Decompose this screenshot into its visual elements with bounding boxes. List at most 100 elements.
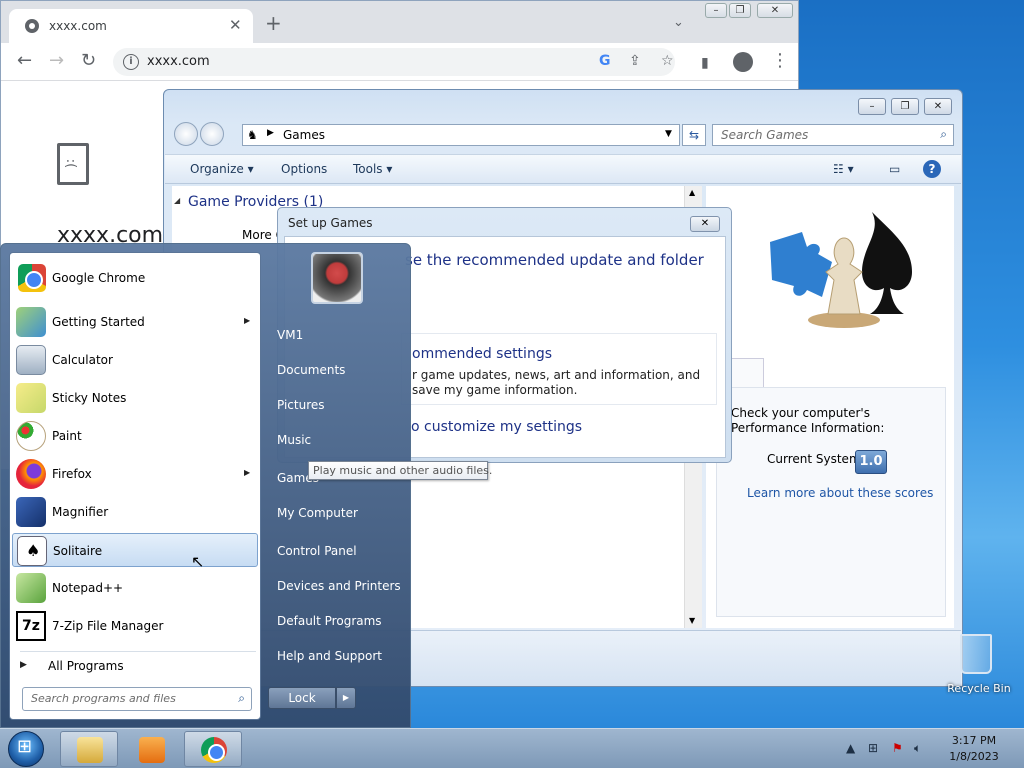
program-paint[interactable]: Paint	[12, 419, 258, 453]
close-tab-icon[interactable]: ✕	[229, 16, 242, 34]
program-7-zip[interactable]: 7z 7-Zip File Manager	[12, 609, 258, 643]
show-hidden-icons[interactable]: ▲	[846, 741, 855, 755]
network-icon[interactable]: ⊞	[868, 741, 878, 755]
program-getting-started[interactable]: Getting Started ▶	[12, 305, 258, 339]
lock-button[interactable]: Lock	[268, 687, 336, 709]
system-tray: ▲ ⊞ ⚑ 🔈︎	[840, 729, 936, 768]
customize-settings-option[interactable]: o customize my settings	[411, 419, 582, 435]
start-item-devices-and-printers[interactable]: Devices and Printers	[277, 579, 401, 593]
search-games-input[interactable]: Search Games ⌕	[712, 124, 954, 146]
firefox-icon	[16, 459, 46, 489]
address-bar[interactable]: i xxxx.com G ⇪ ☆	[113, 48, 675, 76]
start-item-pictures[interactable]: Pictures	[277, 398, 325, 412]
start-item-documents[interactable]: Documents	[277, 363, 345, 377]
profile-avatar[interactable]	[733, 52, 753, 72]
chevron-right-icon[interactable]: ▶	[267, 128, 274, 138]
minimize-button[interactable]: –	[705, 3, 727, 18]
options-button[interactable]: Options	[281, 162, 327, 176]
program-sticky-notes[interactable]: Sticky Notes	[12, 381, 258, 415]
program-notepad-plus-plus[interactable]: Notepad++	[12, 571, 258, 605]
program-firefox[interactable]: Firefox ▶	[12, 457, 258, 491]
submenu-arrow-icon[interactable]: ▶	[244, 316, 250, 325]
user-avatar[interactable]	[311, 252, 363, 304]
program-calculator[interactable]: Calculator	[12, 343, 258, 377]
close-button[interactable]: ✕	[757, 3, 793, 18]
search-icon[interactable]: ⌕	[238, 691, 245, 706]
back-button[interactable]	[174, 122, 198, 146]
search-icon[interactable]: ⌕	[940, 127, 947, 142]
search-placeholder: Search programs and files	[31, 692, 176, 705]
start-item-my-computer[interactable]: My Computer	[277, 506, 358, 520]
start-item-default-programs[interactable]: Default Programs	[277, 614, 382, 628]
submenu-arrow-icon[interactable]: ▶	[244, 468, 250, 477]
preview-pane-icon[interactable]: ▭	[889, 162, 900, 176]
program-google-chrome[interactable]: Google Chrome	[12, 261, 258, 295]
start-menu: Google Chrome Getting Started ▶ Calculat…	[0, 243, 411, 728]
start-item-music[interactable]: Music	[277, 433, 311, 447]
google-icon[interactable]: G	[599, 53, 611, 69]
action-center-icon[interactable]: ⚑	[892, 741, 903, 755]
games-art-icon	[770, 212, 912, 328]
scroll-up-icon[interactable]: ▲	[689, 188, 695, 197]
notepad-plus-plus-icon	[16, 573, 46, 603]
close-button[interactable]: ✕	[690, 216, 720, 232]
tab-search-button[interactable]: ⌄	[673, 15, 684, 30]
address-bar[interactable]: ♞ ▶ Games ▼	[242, 124, 680, 146]
taskbar: ▲ ⊞ ⚑ 🔈︎ 3:17 PM 1/8/2023	[0, 728, 1024, 768]
option-title: ommended settings	[412, 346, 552, 362]
program-label: Paint	[52, 429, 82, 443]
forward-button[interactable]	[200, 122, 224, 146]
forward-button[interactable]: →	[49, 51, 64, 71]
recommended-settings-option[interactable]: ommended settings r game updates, news, …	[401, 333, 717, 405]
tools-menu[interactable]: Tools ▾	[353, 162, 392, 176]
help-icon[interactable]: ?	[923, 160, 941, 178]
scroll-down-icon[interactable]: ▼	[689, 616, 695, 625]
new-tab-button[interactable]: +	[265, 13, 282, 33]
volume-icon[interactable]: 🔈︎	[914, 741, 921, 756]
taskbar-media-player-button[interactable]	[122, 731, 180, 767]
minimize-button[interactable]: –	[858, 98, 886, 115]
games-folder-icon: ♞	[247, 128, 258, 142]
start-item-help-and-support[interactable]: Help and Support	[277, 649, 382, 663]
clock[interactable]: 3:17 PM 1/8/2023	[936, 733, 1012, 765]
program-solitaire[interactable]: ♠ Solitaire ↖	[12, 533, 258, 571]
mouse-cursor-icon: ↖	[191, 552, 205, 571]
program-magnifier[interactable]: Magnifier	[12, 495, 258, 529]
maximize-button[interactable]: ❐	[891, 98, 919, 115]
side-panel-icon[interactable]: ▮	[701, 53, 709, 73]
shutdown-options-arrow-icon[interactable]: ▶	[336, 687, 356, 709]
recycle-bin-shortcut[interactable]: Recycle Bin	[944, 630, 1014, 700]
programs-pane: Google Chrome Getting Started ▶ Calculat…	[9, 252, 261, 720]
maximize-button[interactable]: ❐	[729, 3, 751, 18]
refresh-button[interactable]: ⇆	[682, 124, 706, 146]
performance-panel: Check your computer's Performance Inform…	[716, 387, 946, 617]
solitaire-icon: ♠	[17, 536, 47, 566]
start-search-input[interactable]: Search programs and files ⌕	[22, 687, 252, 711]
option-description: r game updates, news, art and informatio…	[412, 368, 701, 397]
learn-more-link[interactable]: Learn more about these scores	[747, 486, 933, 500]
bookmark-star-icon[interactable]: ☆	[661, 53, 674, 69]
menu-dots-icon[interactable]: ⋮	[771, 51, 789, 71]
organize-menu[interactable]: Organize ▾	[190, 162, 254, 176]
back-button[interactable]: ←	[17, 51, 32, 71]
taskbar-chrome-button[interactable]	[184, 731, 242, 767]
chevron-down-icon[interactable]: ▼	[665, 129, 672, 139]
program-label: Calculator	[52, 353, 113, 367]
start-item-vm1[interactable]: VM1	[277, 328, 303, 342]
share-icon[interactable]: ⇪	[629, 53, 641, 69]
view-options-icon[interactable]: ☷ ▾	[833, 162, 854, 176]
info-icon[interactable]: i	[123, 54, 139, 70]
start-item-control-panel[interactable]: Control Panel	[277, 544, 357, 558]
address-text: Games	[283, 128, 325, 142]
command-bar: Organize ▾ Options Tools ▾ ☷ ▾ ▭ ?	[165, 154, 961, 184]
tooltip: Play music and other audio files.	[308, 461, 492, 480]
close-button[interactable]: ✕	[924, 98, 952, 115]
clock-date: 1/8/2023	[949, 750, 999, 763]
start-button[interactable]	[8, 731, 44, 767]
divider	[20, 651, 256, 652]
taskbar-explorer-button[interactable]	[60, 731, 118, 767]
browser-tab[interactable]: xxxx.com ✕	[9, 9, 253, 43]
reload-button[interactable]: ↻	[81, 51, 96, 71]
current-system-label: Current System	[767, 452, 861, 466]
recycle-bin-icon	[960, 634, 992, 674]
